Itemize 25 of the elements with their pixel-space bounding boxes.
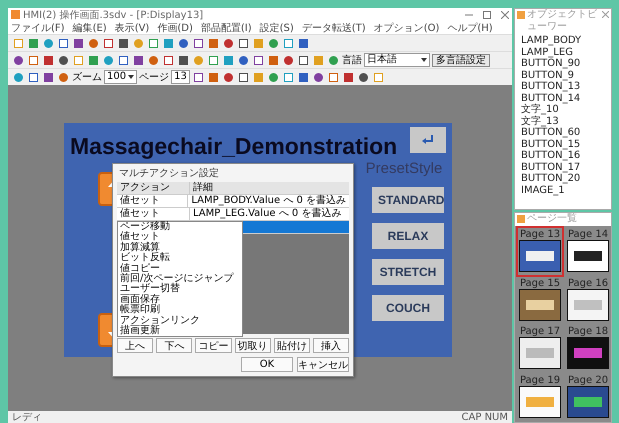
window-title: HMI(2) 操作画面.3sdv - [P:Display13]: [23, 8, 204, 22]
page-label: Page 18: [568, 326, 608, 337]
dialog-title: マルチアクション設定: [118, 166, 220, 181]
language-label: 言語: [342, 54, 362, 67]
page-label: Page 17: [520, 326, 560, 337]
column-header: 詳細: [192, 182, 214, 194]
screen-title: Massagechair_Demonstration: [70, 133, 398, 160]
panel-title: ページ一覧: [527, 213, 577, 225]
status-indicator: CAP NUM: [462, 412, 508, 422]
zoom-label: ズーム: [72, 71, 102, 84]
column-header: アクション: [117, 182, 190, 194]
panel-title: オブジェクトビューワー: [527, 9, 598, 33]
preset-label: PresetStyle: [366, 160, 442, 177]
page-label: Page 20: [568, 374, 608, 386]
page-label: ページ: [139, 71, 170, 84]
page-label: Page 15: [520, 278, 560, 288]
page-label: Page 14: [568, 229, 608, 240]
status-text: レディ: [12, 411, 42, 423]
table-cell-text: LAMP_BODY.Value へ 0 を書込み: [190, 195, 347, 207]
page-label: Page 19: [520, 374, 560, 386]
page-label: Page 13: [520, 229, 560, 240]
table-cell: 値セット: [117, 195, 188, 207]
page-label: Page 16: [568, 278, 608, 288]
table-cell-text: LAMP_LEG.Value へ 0 を書込み: [192, 208, 342, 220]
table-cell: 値セット: [117, 208, 190, 220]
